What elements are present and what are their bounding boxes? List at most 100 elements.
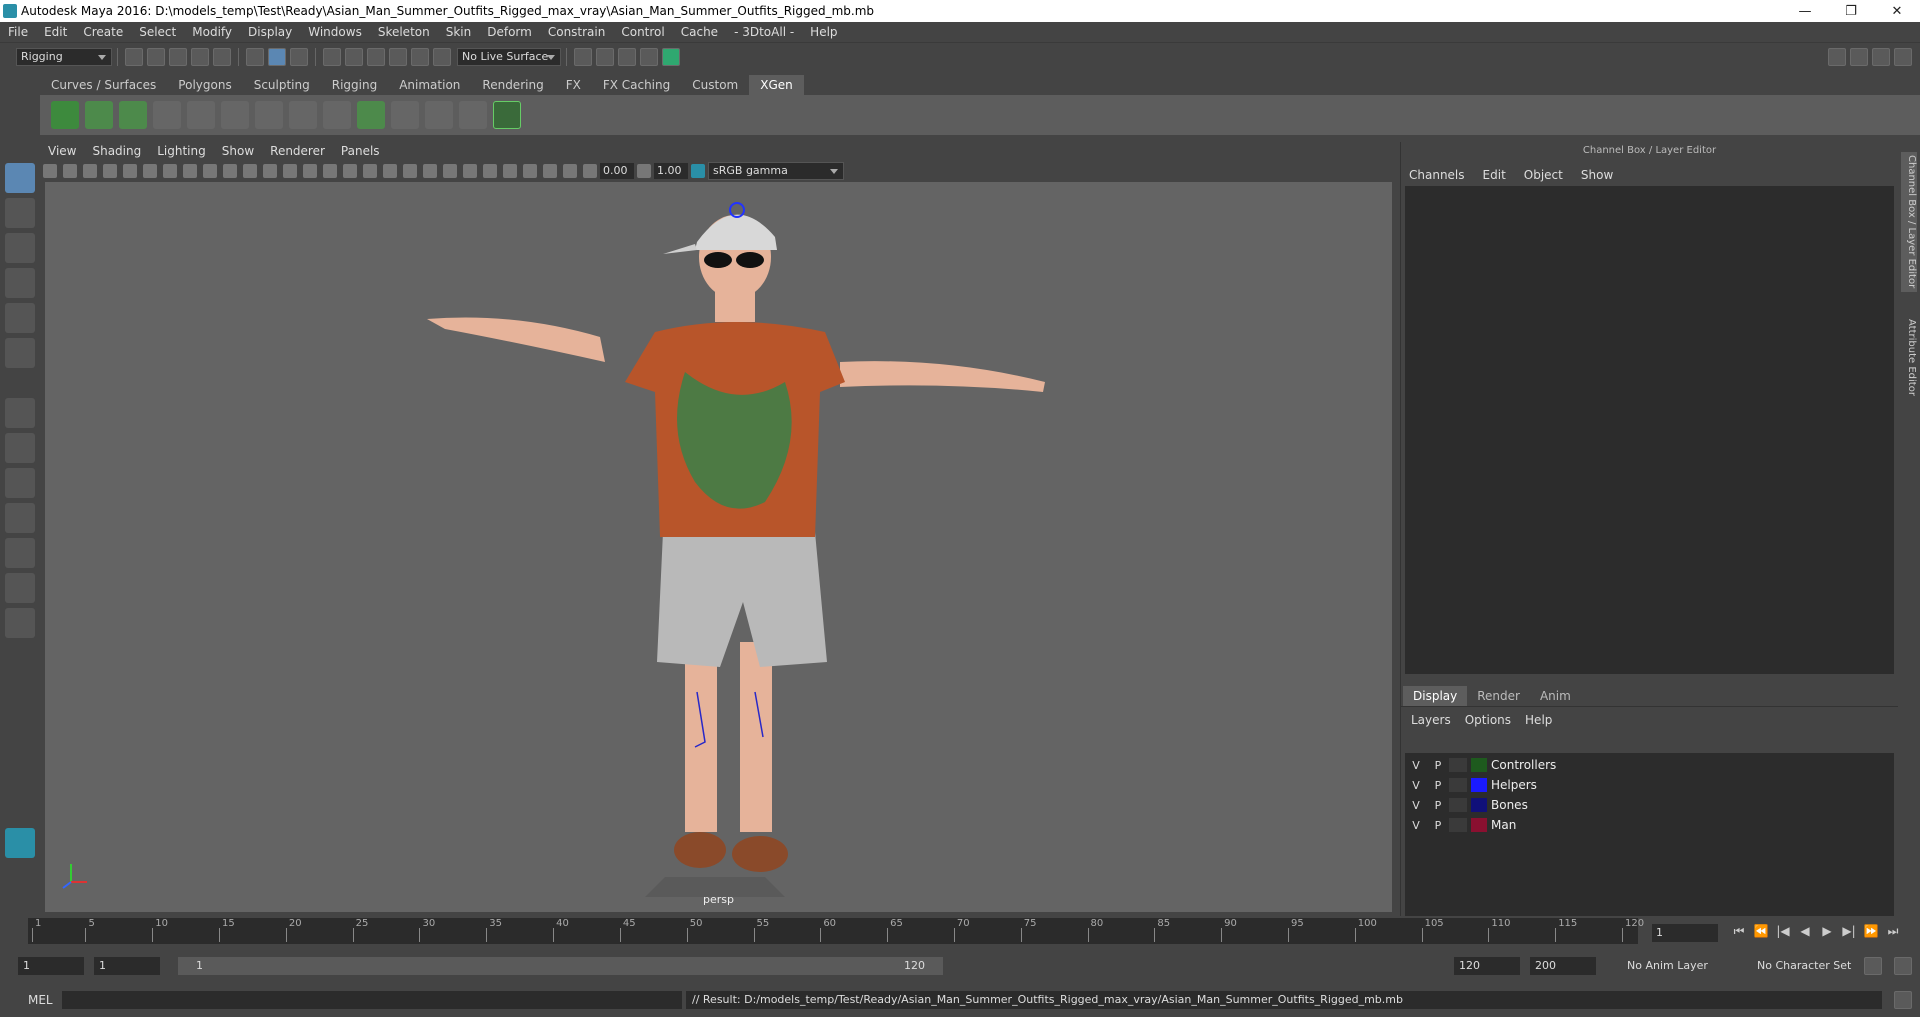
- wireframe-on-shaded-icon[interactable]: [343, 164, 357, 178]
- select-tool-icon[interactable]: [5, 163, 35, 193]
- xgen-preview-icon[interactable]: [85, 101, 113, 129]
- shadows-icon[interactable]: [403, 164, 417, 178]
- xgen-utilities-icon[interactable]: [493, 101, 521, 129]
- xgen-place-guide-icon[interactable]: [187, 101, 215, 129]
- panel-menu-shading[interactable]: Shading: [84, 144, 149, 158]
- xgen-length-guide-icon[interactable]: [221, 101, 249, 129]
- color-management-icon[interactable]: [691, 164, 705, 178]
- step-forward-key-button[interactable]: ⏩: [1860, 924, 1882, 939]
- safe-action-icon[interactable]: [263, 164, 277, 178]
- snap-surface-icon[interactable]: [411, 48, 429, 66]
- toggle-layouts-icon[interactable]: [5, 608, 35, 638]
- make-live-icon[interactable]: [433, 48, 451, 66]
- layer-playback-toggle[interactable]: P: [1427, 779, 1449, 792]
- layer-visibility-toggle[interactable]: V: [1405, 799, 1427, 812]
- gamma-icon[interactable]: [637, 164, 651, 178]
- play-forwards-button[interactable]: ▶: [1816, 924, 1838, 939]
- shelf-tab-curves-surfaces[interactable]: Curves / Surfaces: [40, 75, 168, 95]
- go-to-end-button[interactable]: ⏭: [1882, 924, 1904, 939]
- menu-cache[interactable]: Cache: [673, 25, 726, 39]
- help-menu[interactable]: Help: [1525, 713, 1552, 727]
- layers-menu[interactable]: Layers: [1411, 713, 1451, 727]
- layer-row[interactable]: V P Helpers: [1405, 775, 1894, 795]
- panel-menu-lighting[interactable]: Lighting: [149, 144, 214, 158]
- menu-control[interactable]: Control: [613, 25, 672, 39]
- xgen-create-description-icon[interactable]: [119, 101, 147, 129]
- viewport-persp[interactable]: persp: [45, 182, 1392, 912]
- go-to-start-button[interactable]: ⏮: [1728, 924, 1750, 939]
- select-component-icon[interactable]: [290, 48, 308, 66]
- shelf-tab-animation[interactable]: Animation: [388, 75, 472, 95]
- anti-aliasing-icon[interactable]: [463, 164, 477, 178]
- open-scene-icon[interactable]: [147, 48, 165, 66]
- channels-menu[interactable]: Channels: [1409, 168, 1465, 182]
- menu-skin[interactable]: Skin: [438, 25, 480, 39]
- channel-box-toggle-icon[interactable]: [1872, 48, 1890, 66]
- workspace-icon[interactable]: [1828, 48, 1846, 66]
- select-object-icon[interactable]: [268, 48, 286, 66]
- xray-icon[interactable]: [523, 164, 537, 178]
- scale-tool-icon[interactable]: [5, 338, 35, 368]
- anim-layer-dropdown[interactable]: No Anim Layer: [1622, 957, 1742, 975]
- layer-display-type[interactable]: [1449, 798, 1467, 812]
- script-language-toggle[interactable]: MEL: [28, 993, 53, 1007]
- script-editor-icon[interactable]: [1894, 991, 1912, 1009]
- smooth-shade-icon[interactable]: [323, 164, 337, 178]
- shelf-tab-custom[interactable]: Custom: [681, 75, 750, 95]
- image-plane-icon[interactable]: [103, 164, 117, 178]
- anim-preferences-icon[interactable]: [1894, 957, 1912, 975]
- layer-display-type[interactable]: [1449, 778, 1467, 792]
- menu-skeleton[interactable]: Skeleton: [370, 25, 438, 39]
- 2d-pan-zoom-icon[interactable]: [143, 164, 157, 178]
- step-back-frame-button[interactable]: |◀: [1772, 924, 1794, 939]
- xgen-editor-icon[interactable]: [51, 101, 79, 129]
- xgen-comb-icon[interactable]: [425, 101, 453, 129]
- auto-key-icon[interactable]: [1864, 957, 1882, 975]
- tab-anim[interactable]: Anim: [1530, 686, 1581, 706]
- layer-display-type[interactable]: [1449, 818, 1467, 832]
- single-view-layout-icon[interactable]: [5, 398, 35, 428]
- xray-active-components-icon[interactable]: [543, 164, 557, 178]
- layer-color-swatch[interactable]: [1471, 818, 1487, 832]
- shelf-tab-sculpting[interactable]: Sculpting: [242, 75, 321, 95]
- snap-curve-icon[interactable]: [345, 48, 363, 66]
- film-gate-icon[interactable]: [183, 164, 197, 178]
- menu-deform[interactable]: Deform: [479, 25, 540, 39]
- layout-icon[interactable]: [1894, 48, 1912, 66]
- xgen-show-guide-icon[interactable]: [255, 101, 283, 129]
- animation-end-field[interactable]: 200: [1530, 957, 1596, 975]
- step-forward-frame-button[interactable]: ▶|: [1838, 924, 1860, 939]
- panel-menu-panels[interactable]: Panels: [333, 144, 388, 158]
- ambient-occlusion-icon[interactable]: [423, 164, 437, 178]
- use-all-lights-icon[interactable]: [383, 164, 397, 178]
- shelf-tab-rigging[interactable]: Rigging: [320, 75, 389, 95]
- maya-home-icon[interactable]: [5, 828, 35, 858]
- toggle-panels-icon[interactable]: [1850, 48, 1868, 66]
- side-tab-attribute-editor[interactable]: Attribute Editor: [1901, 312, 1917, 402]
- persp-hypershade-layout-icon[interactable]: [5, 538, 35, 568]
- view-transform-dropdown[interactable]: sRGB gamma: [708, 162, 844, 180]
- range-slider-bar[interactable]: 1 120: [178, 957, 943, 975]
- isolate-select-icon[interactable]: [503, 164, 517, 178]
- grease-pencil-icon[interactable]: [123, 164, 137, 178]
- gate-mask-icon[interactable]: [223, 164, 237, 178]
- menu-windows[interactable]: Windows: [300, 25, 370, 39]
- menu-edit[interactable]: Edit: [36, 25, 75, 39]
- snap-grid-icon[interactable]: [323, 48, 341, 66]
- xray-joints-icon[interactable]: [563, 164, 577, 178]
- xgen-bind-icon[interactable]: [391, 101, 419, 129]
- channel-box-area[interactable]: [1405, 186, 1894, 674]
- layer-visibility-toggle[interactable]: V: [1405, 779, 1427, 792]
- new-scene-icon[interactable]: [125, 48, 143, 66]
- layer-color-swatch[interactable]: [1471, 798, 1487, 812]
- save-scene-icon[interactable]: [169, 48, 187, 66]
- object-menu[interactable]: Object: [1524, 168, 1563, 182]
- xgen-layers-icon[interactable]: [357, 101, 385, 129]
- menuset-dropdown[interactable]: Rigging: [16, 48, 112, 66]
- outliner-persp-layout-icon[interactable]: [5, 573, 35, 603]
- layer-color-swatch[interactable]: [1471, 778, 1487, 792]
- xgen-add-guide-icon[interactable]: [153, 101, 181, 129]
- side-tab-channel-box[interactable]: Channel Box / Layer Editor: [1901, 152, 1917, 292]
- persp-outliner-layout-icon[interactable]: [5, 468, 35, 498]
- layer-playback-toggle[interactable]: P: [1427, 819, 1449, 832]
